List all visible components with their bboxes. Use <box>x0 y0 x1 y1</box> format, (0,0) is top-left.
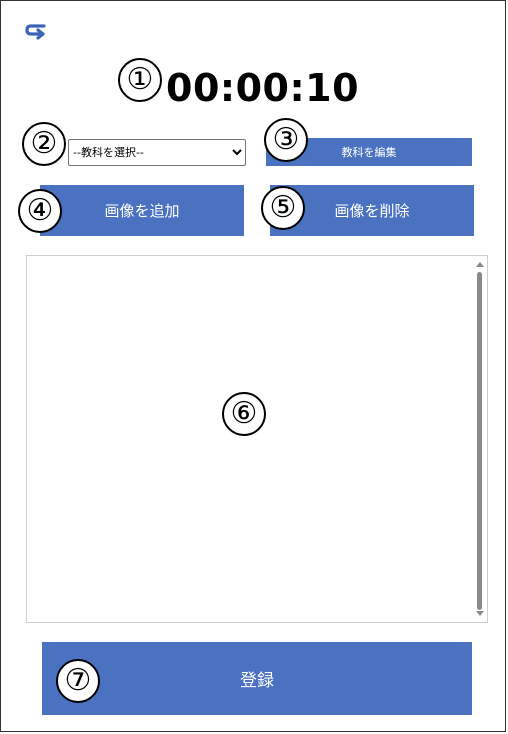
scroll-down-arrow-icon[interactable] <box>476 611 484 616</box>
marker-4: ④ <box>18 189 62 233</box>
marker-6: ⑥ <box>222 392 266 436</box>
scroll-thumb[interactable] <box>477 272 482 610</box>
back-button[interactable] <box>24 22 48 42</box>
image-list-scrollbar[interactable] <box>475 258 485 620</box>
marker-2: ② <box>22 122 66 166</box>
marker-1: ① <box>118 58 162 102</box>
marker-5: ⑤ <box>261 186 305 230</box>
register-button[interactable]: 登録 <box>42 642 472 715</box>
marker-7: ⑦ <box>56 659 100 703</box>
scroll-up-arrow-icon[interactable] <box>476 262 484 267</box>
subject-select[interactable]: --教科を選択-- <box>68 139 246 166</box>
return-arrow-icon <box>25 24 46 40</box>
add-image-button[interactable]: 画像を追加 <box>40 185 244 236</box>
image-list-area[interactable] <box>26 255 488 623</box>
marker-3: ③ <box>264 118 308 162</box>
elapsed-timer: 00:00:10 <box>166 66 360 110</box>
